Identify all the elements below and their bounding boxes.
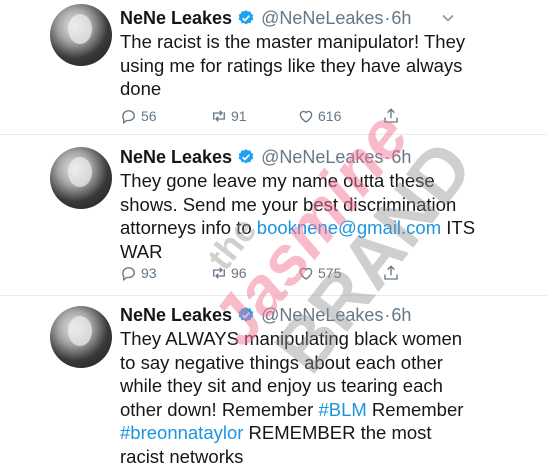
tweet-text-segment: using me for ratings like they have alwa… bbox=[120, 54, 463, 76]
separator-dot: · bbox=[384, 146, 391, 167]
tweet-timestamp[interactable]: 6h bbox=[391, 8, 411, 29]
author-name[interactable]: NeNe Leakes bbox=[120, 305, 232, 326]
share-icon bbox=[384, 108, 398, 123]
tweet[interactable]: NeNe Leakes @NeNeLeakes · 6h They gone l… bbox=[0, 135, 547, 295]
tweet-text-line: racist networks bbox=[120, 445, 480, 469]
chevron-down-icon[interactable] bbox=[441, 11, 455, 25]
heart-icon bbox=[299, 110, 313, 123]
tweet-text-line: to say negative things about each other bbox=[120, 351, 480, 375]
tweet-text-segment: while they sit and enjoy us tearing each bbox=[120, 375, 443, 396]
author-name[interactable]: NeNe Leakes bbox=[120, 8, 232, 29]
retweet-button[interactable]: 96 bbox=[210, 262, 247, 284]
tweet-text-segment: racist networks bbox=[120, 445, 244, 467]
tweet-text-line: other down! Remember #BLM Remember bbox=[120, 398, 480, 422]
reply-icon bbox=[122, 110, 135, 125]
reply-button[interactable]: 93 bbox=[120, 262, 157, 284]
tweet-text-line: using me for ratings like they have alwa… bbox=[120, 54, 480, 78]
verified-badge-icon bbox=[238, 10, 254, 25]
tweet-text-segment: shows. Send me your best discrimination bbox=[120, 193, 457, 215]
tweet-text-segment: They gone leave my name outta these bbox=[120, 170, 435, 191]
tweet-header: NeNe Leakes @NeNeLeakes · 6h bbox=[120, 5, 411, 31]
author-name[interactable]: NeNe Leakes bbox=[120, 147, 232, 168]
reply-count: 56 bbox=[141, 108, 157, 124]
tweet-link[interactable]: booknene@gmail.com bbox=[257, 217, 441, 238]
like-button[interactable]: 575 bbox=[297, 262, 341, 284]
verified-badge-icon bbox=[238, 307, 254, 322]
tweet-text-segment: REMEMBER the most bbox=[243, 422, 432, 443]
reply-count: 93 bbox=[141, 265, 157, 281]
tweet-text-segment: other down! Remember bbox=[120, 398, 319, 420]
retweet-icon bbox=[213, 267, 225, 279]
author-handle[interactable]: @NeNeLeakes bbox=[261, 147, 383, 168]
tweet-text: They gone leave my name outta these shows… bbox=[120, 169, 480, 263]
tweet-text: They ALWAYS manipulating black women to s… bbox=[120, 327, 480, 468]
tweet-text-line: while they sit and enjoy us tearing each bbox=[120, 374, 480, 398]
tweet-text-segment: to say negative things about each other bbox=[120, 351, 443, 373]
tweet-text-segment: ITS bbox=[441, 217, 476, 238]
tweet-link[interactable]: #breonnataylor bbox=[120, 422, 243, 443]
share-icon bbox=[384, 265, 398, 280]
tweet-text-line: shows. Send me your best discrimination bbox=[120, 193, 480, 217]
tweet-text: The racist is the master manipulator! Th… bbox=[120, 30, 480, 101]
retweet-icon bbox=[213, 110, 225, 122]
tweet-timestamp[interactable]: 6h bbox=[391, 305, 411, 326]
avatar[interactable] bbox=[50, 306, 112, 368]
tweet[interactable]: NeNe Leakes @NeNeLeakes · 6h They ALWAYS… bbox=[0, 296, 547, 472]
tweet-text-segment: They ALWAYS manipulating black women bbox=[120, 328, 463, 349]
tweet-text-segment: attorneys info to bbox=[120, 217, 257, 238]
retweet-count: 96 bbox=[231, 265, 247, 281]
tweet-header: NeNe Leakes @NeNeLeakes · 6h bbox=[120, 144, 411, 170]
verified-badge-icon bbox=[238, 149, 254, 164]
tweet-text-line: done bbox=[120, 77, 480, 101]
avatar[interactable] bbox=[50, 147, 112, 209]
like-count: 575 bbox=[318, 265, 342, 281]
tweet-text-line: They ALWAYS manipulating black women bbox=[120, 327, 480, 351]
tweet-text-line: #breonnataylor REMEMBER the most bbox=[120, 421, 480, 445]
retweet-button[interactable]: 91 bbox=[210, 105, 247, 127]
share-button[interactable] bbox=[382, 262, 403, 284]
avatar[interactable] bbox=[50, 4, 112, 66]
separator-dot: · bbox=[384, 7, 391, 28]
reply-icon bbox=[122, 267, 135, 282]
tweet-text-segment: WAR bbox=[120, 240, 163, 262]
tweet-text-segment: Remember bbox=[366, 398, 464, 420]
tweet-text-line: WAR bbox=[120, 240, 480, 264]
tweet-text-segment: done bbox=[120, 78, 162, 99]
share-button[interactable] bbox=[382, 105, 403, 127]
tweet-header: NeNe Leakes @NeNeLeakes · 6h bbox=[120, 302, 411, 328]
separator-dot: · bbox=[384, 304, 391, 325]
tweet-link[interactable]: #BLM bbox=[318, 399, 366, 420]
like-count: 616 bbox=[318, 108, 342, 124]
tweet-text-line: attorneys info to booknene@gmail.com ITS bbox=[120, 216, 480, 240]
tweet-text-segment: The racist is the master manipulator! Th… bbox=[120, 31, 466, 52]
like-button[interactable]: 616 bbox=[297, 105, 341, 127]
author-handle[interactable]: @NeNeLeakes bbox=[261, 305, 383, 326]
author-handle[interactable]: @NeNeLeakes bbox=[261, 8, 383, 29]
retweet-count: 91 bbox=[231, 108, 247, 124]
tweet-timestamp[interactable]: 6h bbox=[391, 147, 411, 168]
heart-icon bbox=[299, 267, 313, 280]
tweet-text-line: They gone leave my name outta these bbox=[120, 169, 480, 193]
tweet-text-line: The racist is the master manipulator! Th… bbox=[120, 30, 480, 54]
reply-button[interactable]: 56 bbox=[120, 105, 157, 127]
tweet[interactable]: NeNe Leakes @NeNeLeakes · 6h The racist … bbox=[0, 0, 547, 134]
